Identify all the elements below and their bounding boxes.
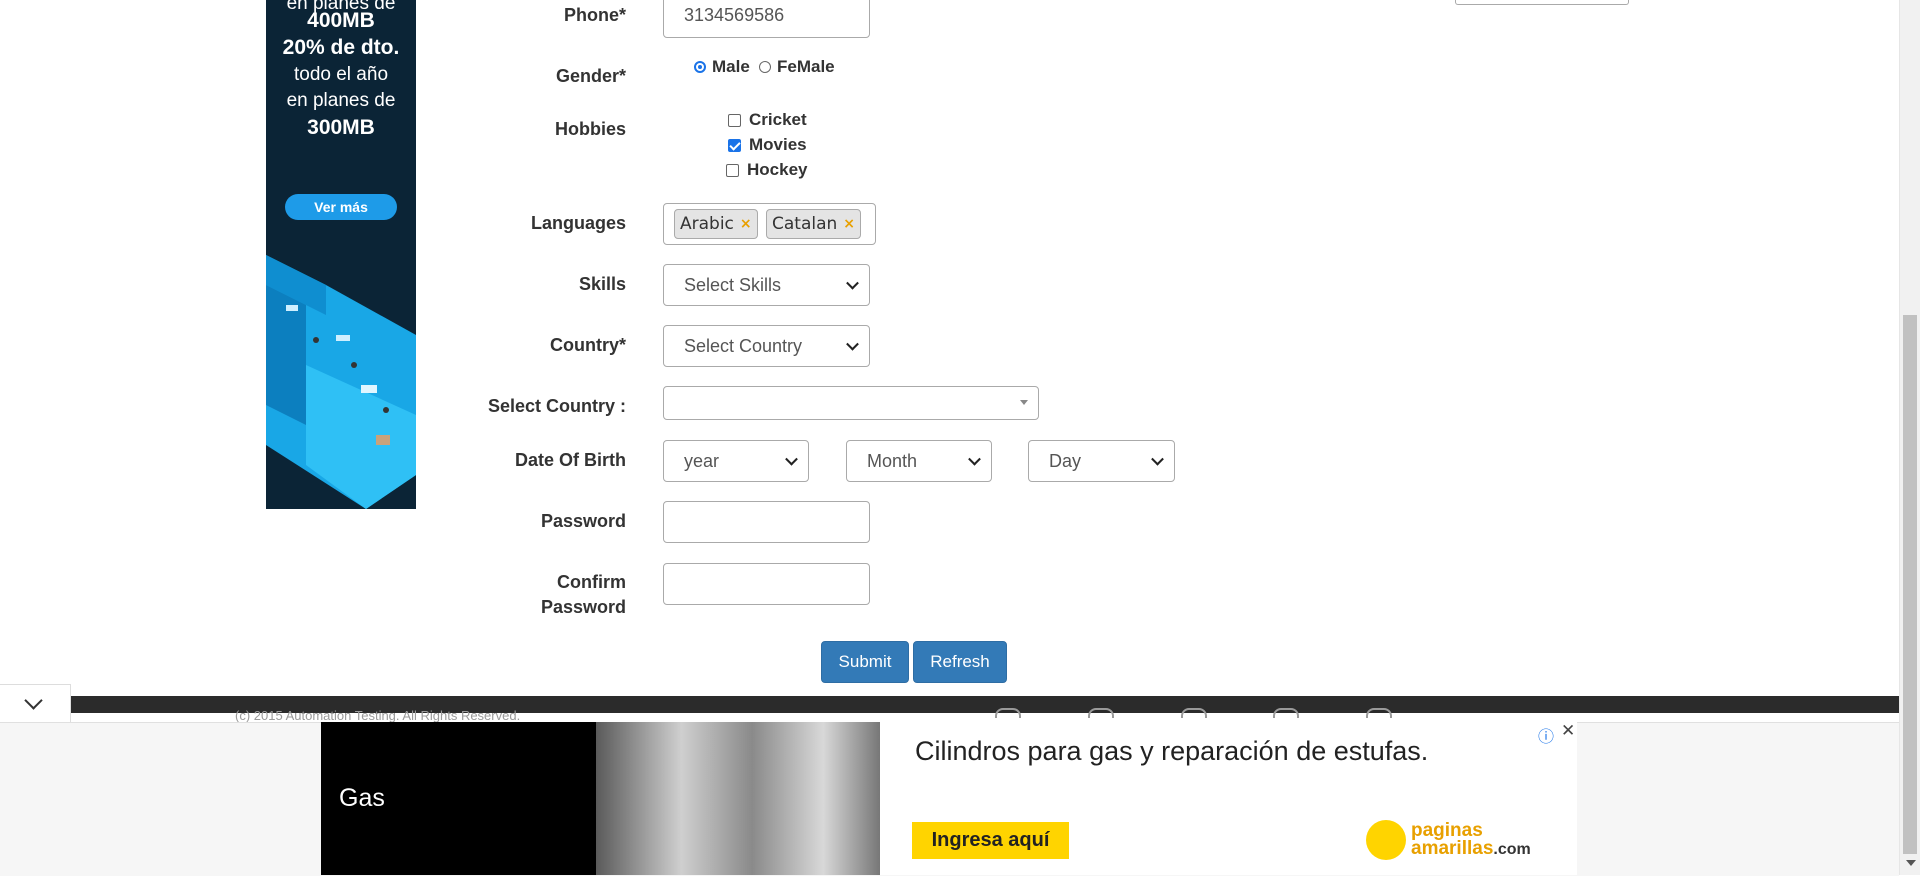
dob-day-value: Day — [1049, 450, 1082, 471]
ad-brand-suffix: .com — [1493, 841, 1531, 858]
confirm-password-label-line2: Password — [540, 597, 626, 617]
country-label: Country* — [550, 335, 626, 355]
language-tag-label: Catalan — [772, 214, 838, 234]
country-select[interactable]: Select Country — [663, 325, 870, 367]
social-icon[interactable] — [1273, 708, 1299, 718]
skills-label: Skills — [578, 274, 626, 294]
vertical-scrollbar[interactable] — [1899, 0, 1920, 875]
dropdown-arrow-icon — [1020, 400, 1028, 405]
phone-label: Phone* — [563, 5, 626, 25]
remove-tag-icon[interactable]: × — [843, 216, 855, 232]
skills-select[interactable]: Select Skills — [663, 264, 870, 306]
paginas-amarillas-logo-icon — [1366, 820, 1406, 860]
hobby-label: Cricket — [749, 110, 807, 129]
dob-day-select[interactable]: Day — [1028, 440, 1175, 482]
scrollbar-thumb[interactable] — [1903, 315, 1917, 854]
gender-male-label: Male — [712, 57, 750, 76]
language-tag-label: Arabic — [680, 214, 734, 234]
radio-selected-icon[interactable] — [694, 61, 706, 73]
ad-text-line: 400MB — [307, 9, 375, 32]
select-country-label: Select Country : — [487, 396, 626, 416]
hobby-cricket-checkbox[interactable]: Cricket — [728, 110, 807, 130]
top-right-input-edge[interactable] — [1455, 0, 1629, 5]
hobby-label: Hockey — [747, 160, 808, 179]
ad-isometric-graphic — [266, 255, 416, 509]
ad-text-line: todo el año — [293, 64, 389, 85]
gender-female-radio[interactable]: FeMale — [759, 57, 835, 77]
refresh-button[interactable]: Refresh — [913, 641, 1007, 683]
footer-copyright: (c) 2015 Automation Testing. All Rights … — [235, 708, 521, 723]
checkbox-unchecked-icon[interactable] — [728, 113, 741, 127]
ad-close-icon[interactable]: ✕ — [1561, 721, 1575, 741]
confirm-password-label-line1: Confirm — [557, 572, 626, 592]
social-icon[interactable] — [1181, 708, 1207, 718]
collapse-ad-button[interactable] — [0, 684, 71, 722]
ad-info-icon[interactable]: ⓘ — [1538, 723, 1554, 747]
select-country-combobox[interactable] — [663, 386, 1039, 420]
confirm-password-input[interactable] — [663, 563, 870, 605]
ad-gas-cylinders-image — [596, 722, 880, 875]
password-input[interactable] — [663, 501, 870, 543]
social-icon[interactable] — [1088, 708, 1114, 718]
gender-female-label: FeMale — [777, 57, 835, 76]
remove-tag-icon[interactable]: × — [740, 216, 752, 232]
language-tag-arabic: Arabic × — [674, 209, 758, 239]
ad-cta-button[interactable]: Ingresa aquí — [912, 822, 1069, 859]
dob-year-select[interactable]: year — [663, 440, 809, 482]
dob-month-value: Month — [867, 450, 918, 471]
password-label: Password — [540, 511, 626, 531]
gender-male-radio[interactable]: Male — [694, 57, 750, 77]
hobby-movies-checkbox[interactable]: Movies — [728, 135, 807, 155]
ad-text-line: 20% de dto. — [282, 36, 400, 59]
language-tag-catalan: Catalan × — [766, 209, 862, 239]
ad-brand: paginas amarillas.com — [1411, 821, 1531, 859]
social-icon[interactable] — [995, 708, 1021, 718]
bottom-advertisement[interactable]: Gas Cilindros para gas y reparación de e… — [321, 722, 1577, 875]
dob-label: Date Of Birth — [514, 450, 626, 470]
languages-label: Languages — [530, 213, 626, 233]
scroll-down-arrow-icon[interactable] — [1906, 860, 1916, 866]
ad-text-line: 300MB — [307, 116, 375, 139]
ad-ver-mas-button[interactable]: Ver más — [285, 194, 397, 220]
dob-year-value: year — [684, 450, 720, 471]
checkbox-checked-icon[interactable] — [728, 138, 741, 152]
skills-select-value: Select Skills — [684, 274, 782, 295]
radio-unselected-icon[interactable] — [759, 61, 771, 73]
checkbox-unchecked-icon[interactable] — [726, 163, 739, 177]
social-icon[interactable] — [1366, 708, 1392, 718]
ad-text-line: en planes de — [286, 90, 396, 111]
country-select-value: Select Country — [684, 335, 803, 356]
phone-input[interactable]: 3134569586 — [663, 0, 870, 38]
ad-brand-line2: amarillas — [1411, 838, 1494, 859]
hobbies-label: Hobbies — [554, 119, 626, 139]
left-advertisement[interactable]: en planes de 400MB 20% de dto. todo el a… — [266, 0, 416, 509]
dob-month-select[interactable]: Month — [846, 440, 992, 482]
hobby-hockey-checkbox[interactable]: Hockey — [726, 160, 807, 180]
hobby-label: Movies — [749, 135, 807, 154]
ad-headline: Cilindros para gas y reparación de estuf… — [915, 736, 1429, 766]
submit-button[interactable]: Submit — [821, 641, 909, 683]
gender-label: Gender* — [555, 66, 626, 86]
ad-gas-text: Gas — [339, 784, 385, 812]
